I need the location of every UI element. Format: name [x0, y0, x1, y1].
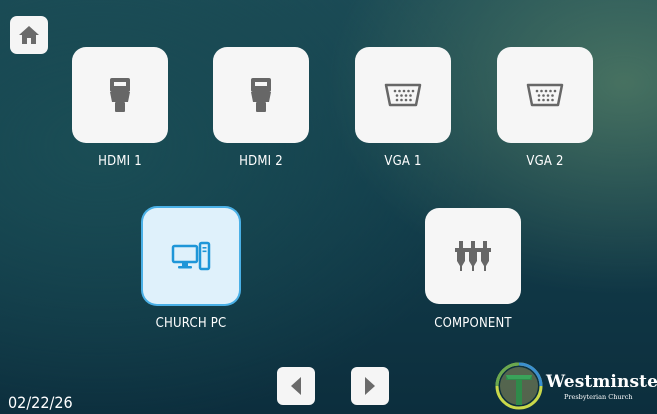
- logo-subtitle: Presbyterian Church: [564, 393, 633, 401]
- next-page-button[interactable]: [351, 367, 389, 405]
- church-cross-logo-icon: [495, 362, 543, 410]
- vga-connector-icon: [384, 83, 422, 107]
- source-tile-vga-2[interactable]: [497, 47, 593, 143]
- previous-page-button[interactable]: [277, 367, 315, 405]
- hdmi-connector-icon: [110, 78, 130, 112]
- source-label-vga-2: VGA 2: [526, 154, 564, 169]
- hdmi-connector-icon: [251, 78, 271, 112]
- source-tile-component[interactable]: [425, 208, 521, 304]
- source-tile-hdmi-2[interactable]: [213, 47, 309, 143]
- source-label-hdmi-1: HDMI 1: [98, 154, 142, 169]
- source-label-component: COMPONENT: [434, 316, 512, 331]
- home-icon: [19, 26, 39, 44]
- date-display: 02/22/26: [8, 393, 73, 412]
- component-connector-icon: [455, 241, 491, 271]
- logo-title: Westminster: [546, 372, 657, 392]
- source-label-hdmi-2: HDMI 2: [239, 154, 283, 169]
- triangle-left-icon: [291, 377, 301, 395]
- source-tile-hdmi-1[interactable]: [72, 47, 168, 143]
- triangle-right-icon: [365, 377, 375, 395]
- source-tile-vga-1[interactable]: [355, 47, 451, 143]
- desktop-computer-icon: [171, 241, 211, 271]
- church-logo: Westminster Presbyterian Church: [494, 360, 657, 412]
- vga-connector-icon: [526, 83, 564, 107]
- source-label-church-pc: CHURCH PC: [155, 316, 227, 331]
- source-tile-church-pc[interactable]: [143, 208, 239, 304]
- source-label-vga-1: VGA 1: [384, 154, 422, 169]
- home-button[interactable]: [10, 16, 48, 54]
